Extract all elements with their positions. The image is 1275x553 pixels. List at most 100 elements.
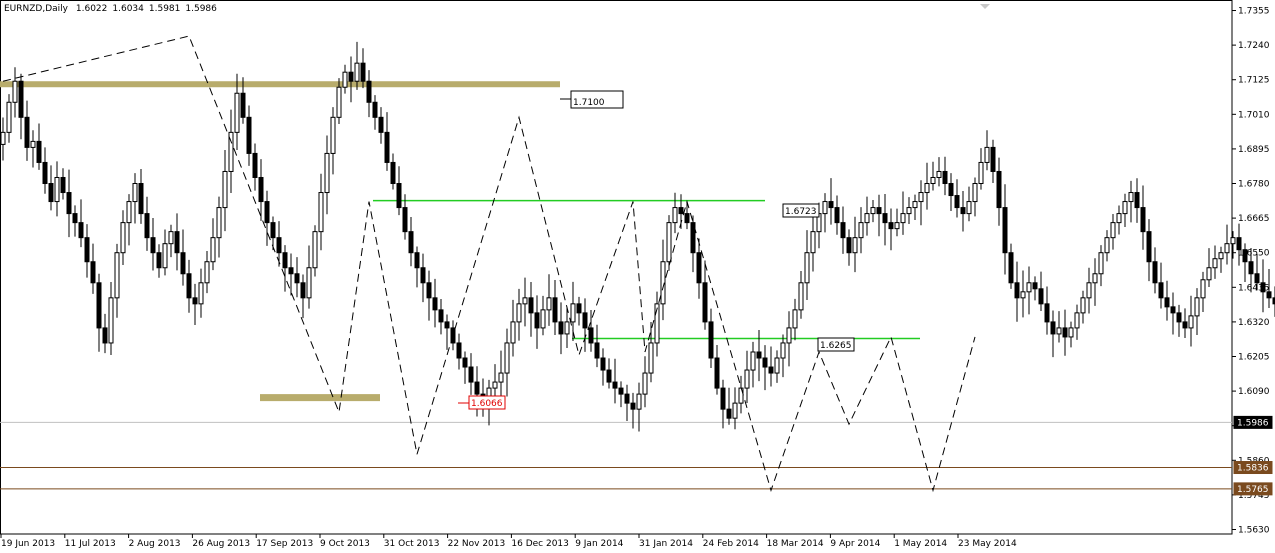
- candle-body: [294, 273, 300, 284]
- candle-body: [564, 321, 570, 335]
- candle-body: [630, 402, 636, 410]
- candle-body: [186, 273, 192, 299]
- candle-body: [954, 195, 960, 209]
- candle-body: [324, 152, 330, 194]
- x-tick-label: 23 May 2014: [958, 539, 1017, 549]
- candle-body: [1224, 243, 1230, 254]
- candle-body: [750, 351, 756, 371]
- candle-body: [474, 381, 480, 395]
- candle-body: [684, 213, 690, 224]
- candle-body: [1236, 237, 1242, 251]
- candle-body: [786, 327, 792, 344]
- scroll-marker-icon[interactable]: [980, 4, 990, 9]
- candle-body: [312, 231, 318, 269]
- candle-body: [768, 366, 774, 374]
- candle-body: [1062, 327, 1068, 338]
- candle-body: [78, 222, 84, 239]
- y-tick-label: 1.6320: [1238, 318, 1270, 328]
- candle-body: [288, 267, 294, 275]
- candle-body: [1050, 321, 1056, 335]
- price-chart[interactable]: 1.7355 1.7240 1.7125 1.7010 1.6895 1.6780 1.66…: [0, 0, 1275, 553]
- candle-body: [60, 176, 66, 194]
- x-tick-label: 19 Jun 2013: [1, 539, 55, 549]
- candle-body: [126, 201, 132, 224]
- chart-window[interactable]: EURNZD,Daily 1.6022 1.6034 1.5981 1.5986 1.…: [0, 0, 1275, 553]
- candle-body: [120, 222, 126, 254]
- candle-body: [504, 342, 510, 374]
- candle-body: [156, 252, 162, 269]
- candle-body: [348, 71, 354, 82]
- candle-body: [1104, 237, 1110, 254]
- candle-body: [804, 252, 810, 284]
- level-label-1-6066: 1.6066: [471, 399, 503, 409]
- candle-body: [924, 183, 930, 194]
- candle-body: [840, 222, 846, 239]
- y-tick-label: 1.7010: [1238, 110, 1270, 120]
- y-tick-label: 1.7240: [1238, 41, 1270, 51]
- candle-body: [414, 252, 420, 269]
- x-tick-label: 16 Dec 2013: [511, 539, 569, 549]
- candle-body: [1200, 279, 1206, 299]
- candle-body: [1020, 291, 1026, 299]
- candle-body: [192, 297, 198, 305]
- candle-body: [108, 297, 114, 344]
- candle-body: [1176, 312, 1182, 323]
- candle-body: [222, 170, 228, 209]
- y-tick-label: 1.6895: [1238, 145, 1270, 155]
- candle-body: [174, 231, 180, 254]
- candle-body: [774, 357, 780, 374]
- candle-body: [984, 146, 990, 163]
- candle-body: [882, 213, 888, 224]
- candle-body: [990, 146, 996, 172]
- level-label-1-6265: 1.6265: [820, 341, 852, 351]
- candle-body: [216, 207, 222, 239]
- candle-body: [720, 387, 726, 410]
- candle-body: [282, 252, 288, 269]
- candle-body: [1164, 297, 1170, 308]
- candle-body: [864, 213, 870, 224]
- x-tick-label: 24 Feb 2014: [703, 539, 759, 549]
- candle-body: [1002, 207, 1008, 254]
- x-tick-label: 31 Oct 2013: [384, 539, 440, 549]
- candle-body: [240, 92, 246, 118]
- candle-body: [906, 207, 912, 215]
- candle-body: [180, 252, 186, 275]
- candle-body: [498, 372, 504, 383]
- candle-body: [162, 243, 168, 269]
- candle-body: [432, 297, 438, 311]
- candle-body: [1074, 312, 1080, 329]
- candle-body: [1068, 327, 1074, 338]
- candle-body: [138, 183, 144, 215]
- candle-body: [546, 297, 552, 311]
- candle-body: [276, 237, 282, 254]
- candle-body: [618, 387, 624, 395]
- candle-body: [42, 161, 48, 185]
- candle-body: [0, 131, 6, 145]
- candle-body: [966, 201, 972, 215]
- y-tick-label: 1.6665: [1238, 214, 1270, 224]
- candle-body: [1212, 258, 1218, 269]
- candle-body: [90, 261, 96, 284]
- y-tick-label: 1.5630: [1238, 525, 1270, 535]
- support-zone: [260, 394, 380, 402]
- candle-body: [666, 222, 672, 263]
- level-label-1-7100: 1.7100: [573, 98, 605, 108]
- candle-body: [1116, 213, 1122, 224]
- candle-body: [744, 369, 750, 389]
- y-tick-label: 1.7125: [1238, 76, 1270, 86]
- candle-body: [672, 207, 678, 224]
- candle-body: [648, 342, 654, 374]
- candle-body: [918, 192, 924, 203]
- candle-body: [570, 303, 576, 323]
- candle-body: [6, 101, 12, 133]
- candle-body: [780, 342, 786, 359]
- candle-body: [624, 393, 630, 404]
- x-tick-label: 11 Jul 2013: [65, 539, 116, 549]
- candle-body: [732, 402, 738, 419]
- candle-body: [456, 342, 462, 359]
- candle-body: [978, 161, 984, 185]
- candle-body: [1128, 192, 1134, 203]
- candle-body: [252, 152, 258, 178]
- candle-body: [378, 116, 384, 133]
- candle-body: [114, 252, 120, 299]
